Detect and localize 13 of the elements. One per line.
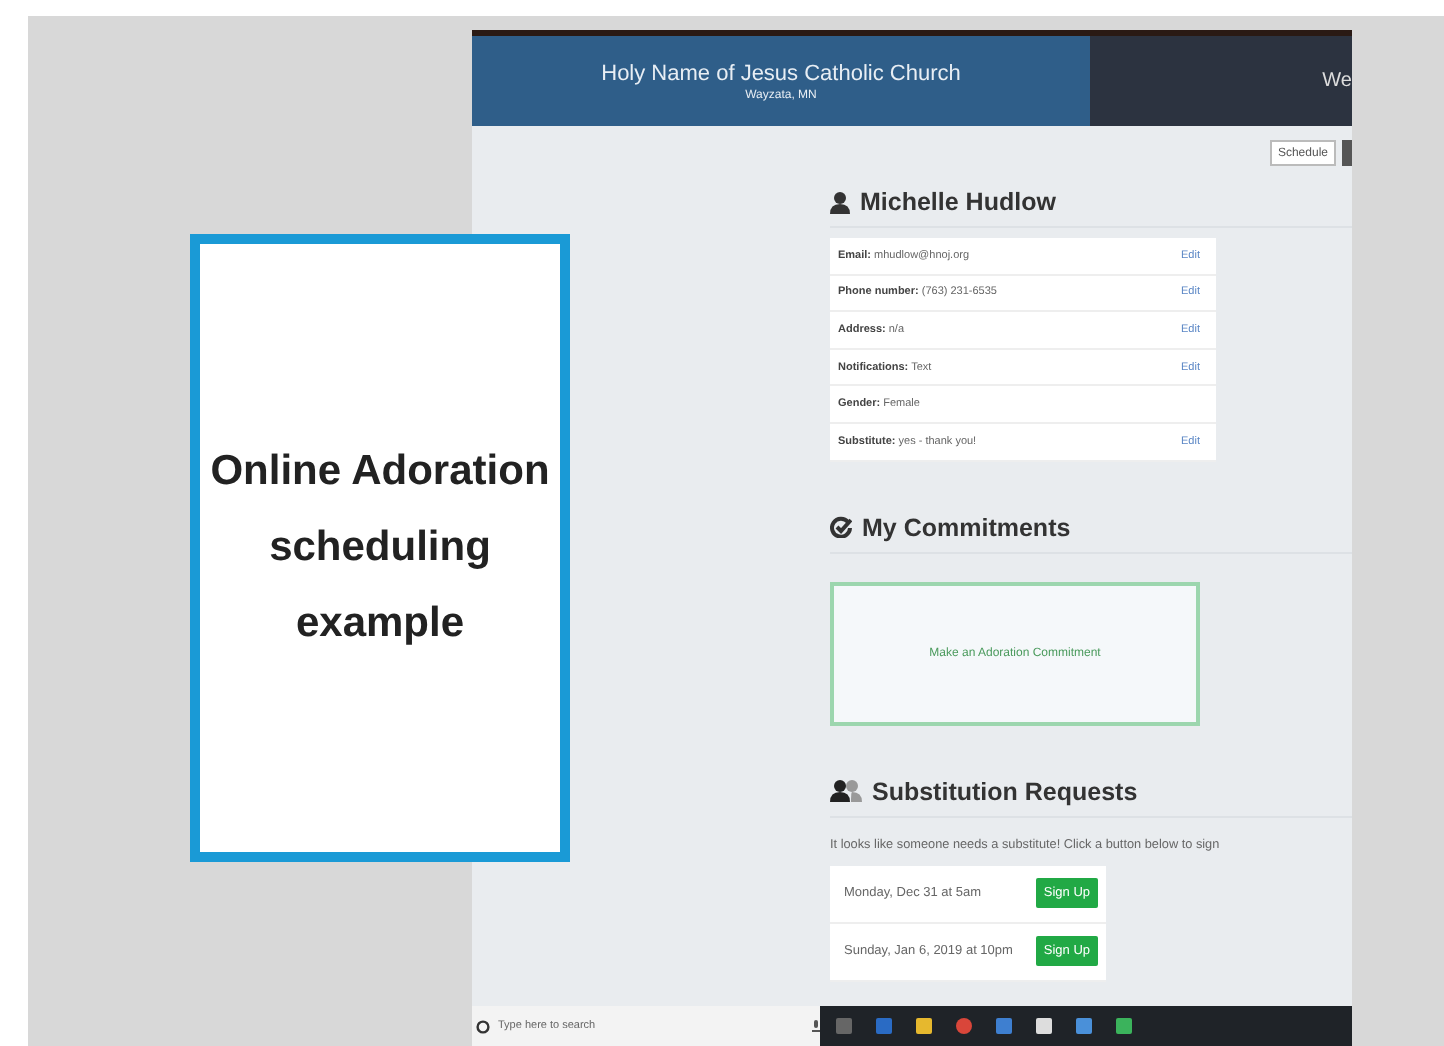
church-name: Holy Name of Jesus Catholic Church <box>601 61 961 85</box>
person-icon <box>830 191 850 213</box>
check-circle-icon <box>830 516 852 539</box>
welcome-text: We <box>1322 70 1352 92</box>
profile-name: Michelle Hudlow <box>860 188 1056 216</box>
people-icon <box>830 780 862 803</box>
section-title: My Commitments <box>862 513 1071 542</box>
menu-button[interactable] <box>1342 140 1352 166</box>
callout-text: Online Adoration scheduling example <box>190 234 570 862</box>
circle-icon <box>476 1019 490 1033</box>
section-title: Substitution Requests <box>872 777 1138 806</box>
microphone-icon <box>812 1020 820 1032</box>
taskbar-app-icon[interactable] <box>956 1018 972 1034</box>
